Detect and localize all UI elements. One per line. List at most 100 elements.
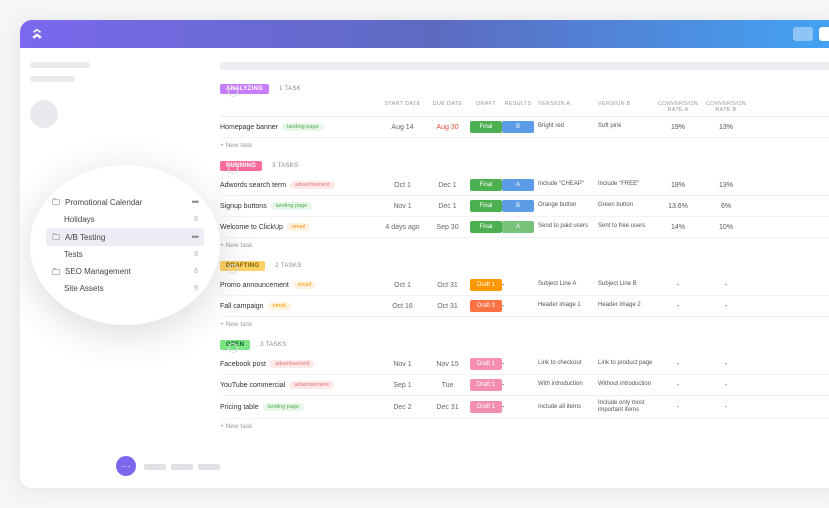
start-date[interactable]: Nov 1	[380, 361, 425, 368]
due-date[interactable]: Dec 1	[425, 182, 470, 189]
task-tag[interactable]: advertisement	[270, 360, 315, 368]
conversion-b[interactable]: 10%	[702, 224, 750, 231]
topbar-button-2[interactable]	[819, 27, 829, 41]
draft-status[interactable]: Final	[470, 121, 502, 133]
task-row[interactable]: YouTube commercialadvertisementSep 1TueD…	[220, 375, 829, 396]
version-a[interactable]: Subject Line A	[534, 281, 594, 288]
conversion-a[interactable]: -	[654, 404, 702, 411]
new-task-button[interactable]: New task	[220, 138, 829, 153]
task-tag[interactable]: landing page	[271, 202, 313, 210]
sidebar-item-tests[interactable]: Tests9	[46, 246, 204, 263]
task-row[interactable]: Welcome to ClickUpemail4 days agoSep 30F…	[220, 217, 829, 238]
result-badge[interactable]: A	[502, 179, 534, 191]
conversion-a[interactable]: -	[654, 361, 702, 368]
start-date[interactable]: 4 days ago	[380, 224, 425, 231]
task-tag[interactable]: advertisement	[289, 381, 334, 389]
status-pill[interactable]: RUNNING	[220, 161, 262, 171]
task-tag[interactable]: email	[268, 302, 291, 310]
task-tag[interactable]: email	[293, 281, 316, 289]
conversion-a[interactable]: -	[654, 303, 702, 310]
collapse-toggle[interactable]	[228, 264, 238, 274]
more-icon[interactable]: •••	[192, 232, 198, 242]
conversion-b[interactable]: -	[702, 282, 750, 289]
version-b[interactable]: Subject Line B	[594, 281, 654, 288]
version-b[interactable]: Header image 2	[594, 302, 654, 309]
result-badge[interactable]: B	[502, 121, 534, 133]
version-b[interactable]: Without introduction	[594, 381, 654, 388]
task-tag[interactable]: landing page	[282, 123, 324, 131]
status-pill[interactable]: DRAFTING	[220, 261, 265, 271]
start-date[interactable]: Oct 1	[380, 282, 425, 289]
start-date[interactable]: Dec 2	[380, 404, 425, 411]
conversion-a[interactable]: 18%	[654, 182, 702, 189]
draft-status[interactable]: Draft 1	[470, 401, 502, 413]
due-date[interactable]: Dec 1	[425, 203, 470, 210]
version-b[interactable]: Link to product page	[594, 360, 654, 367]
conversion-b[interactable]: -	[702, 361, 750, 368]
draft-status[interactable]: Draft 1	[470, 379, 502, 391]
sidebar-item-promotional-calendar[interactable]: Promotional Calendar•••	[46, 193, 204, 211]
version-a[interactable]: Orange button	[534, 202, 594, 209]
conversion-b[interactable]: 13%	[702, 182, 750, 189]
draft-status[interactable]: Final	[470, 179, 502, 191]
conversion-b[interactable]: -	[702, 404, 750, 411]
due-date[interactable]: Oct 31	[425, 303, 470, 310]
draft-status[interactable]: Draft 1	[470, 358, 502, 370]
due-date[interactable]: Aug 30	[425, 124, 470, 131]
task-tag[interactable]: advertisement	[290, 181, 335, 189]
new-task-button[interactable]: New task	[220, 238, 829, 253]
draft-status[interactable]: Final	[470, 200, 502, 212]
version-a[interactable]: Link to checkout	[534, 360, 594, 367]
conversion-a[interactable]: 13.6%	[654, 203, 702, 210]
conversion-b[interactable]: 6%	[702, 203, 750, 210]
task-row[interactable]: Adwords search termadvertisementOct 1Dec…	[220, 175, 829, 196]
start-date[interactable]: Oct 16	[380, 303, 425, 310]
result-badge[interactable]: B	[502, 200, 534, 212]
task-row[interactable]: Fall campaignemailOct 16Oct 31Draft 3-He…	[220, 296, 829, 317]
sidebar-item-holidays[interactable]: Holidays6	[46, 211, 204, 228]
collapse-toggle[interactable]	[228, 343, 238, 353]
start-date[interactable]: Sep 1	[380, 382, 425, 389]
version-b[interactable]: Include "FREE"	[594, 181, 654, 188]
collapse-toggle[interactable]	[228, 164, 238, 174]
sidebar-item-seo-management[interactable]: SEO Management6	[46, 263, 204, 280]
due-date[interactable]: Sep 30	[425, 224, 470, 231]
task-tag[interactable]: landing page	[263, 403, 305, 411]
conversion-b[interactable]: 13%	[702, 124, 750, 131]
new-task-button[interactable]: New task	[220, 419, 829, 434]
version-b[interactable]: Sent to free users	[594, 223, 654, 230]
task-row[interactable]: Signup buttonslanding pageNov 1Dec 1Fina…	[220, 196, 829, 217]
task-row[interactable]: Promo announcementemailOct 1Oct 31Draft …	[220, 275, 829, 296]
version-b[interactable]: Soft pink	[594, 123, 654, 130]
version-a[interactable]: Send to paid users	[534, 223, 594, 230]
version-b[interactable]: Include only most important items	[594, 400, 654, 414]
version-a[interactable]: Bright red	[534, 123, 594, 130]
task-row[interactable]: Facebook postadvertisementNov 1Nov 15Dra…	[220, 354, 829, 375]
due-date[interactable]: Oct 31	[425, 282, 470, 289]
topbar-button-1[interactable]	[793, 27, 813, 41]
draft-status[interactable]: Final	[470, 221, 502, 233]
conversion-b[interactable]: -	[702, 303, 750, 310]
chat-icon[interactable]: ⋯	[116, 456, 136, 476]
conversion-a[interactable]: 14%	[654, 224, 702, 231]
conversion-a[interactable]: -	[654, 382, 702, 389]
draft-status[interactable]: Draft 3	[470, 300, 502, 312]
task-tag[interactable]: email	[287, 223, 310, 231]
more-icon[interactable]: •••	[192, 197, 198, 207]
task-row[interactable]: Homepage bannerlanding pageAug 14Aug 30F…	[220, 117, 829, 138]
sidebar-item-site-assets[interactable]: Site Assets6	[46, 280, 204, 297]
version-a[interactable]: Header image 1	[534, 302, 594, 309]
collapse-toggle[interactable]	[228, 87, 238, 97]
new-task-button[interactable]: New task	[220, 317, 829, 332]
version-a[interactable]: Include all items	[534, 404, 594, 411]
conversion-a[interactable]: -	[654, 282, 702, 289]
version-b[interactable]: Green button	[594, 202, 654, 209]
version-a[interactable]: With introduction	[534, 381, 594, 388]
start-date[interactable]: Aug 14	[380, 124, 425, 131]
task-row[interactable]: Pricing tablelanding pageDec 2Dec 31Draf…	[220, 396, 829, 419]
due-date[interactable]: Dec 31	[425, 404, 470, 411]
due-date[interactable]: Nov 15	[425, 361, 470, 368]
conversion-b[interactable]: -	[702, 382, 750, 389]
version-a[interactable]: Include "CHEAP"	[534, 181, 594, 188]
draft-status[interactable]: Draft 1	[470, 279, 502, 291]
